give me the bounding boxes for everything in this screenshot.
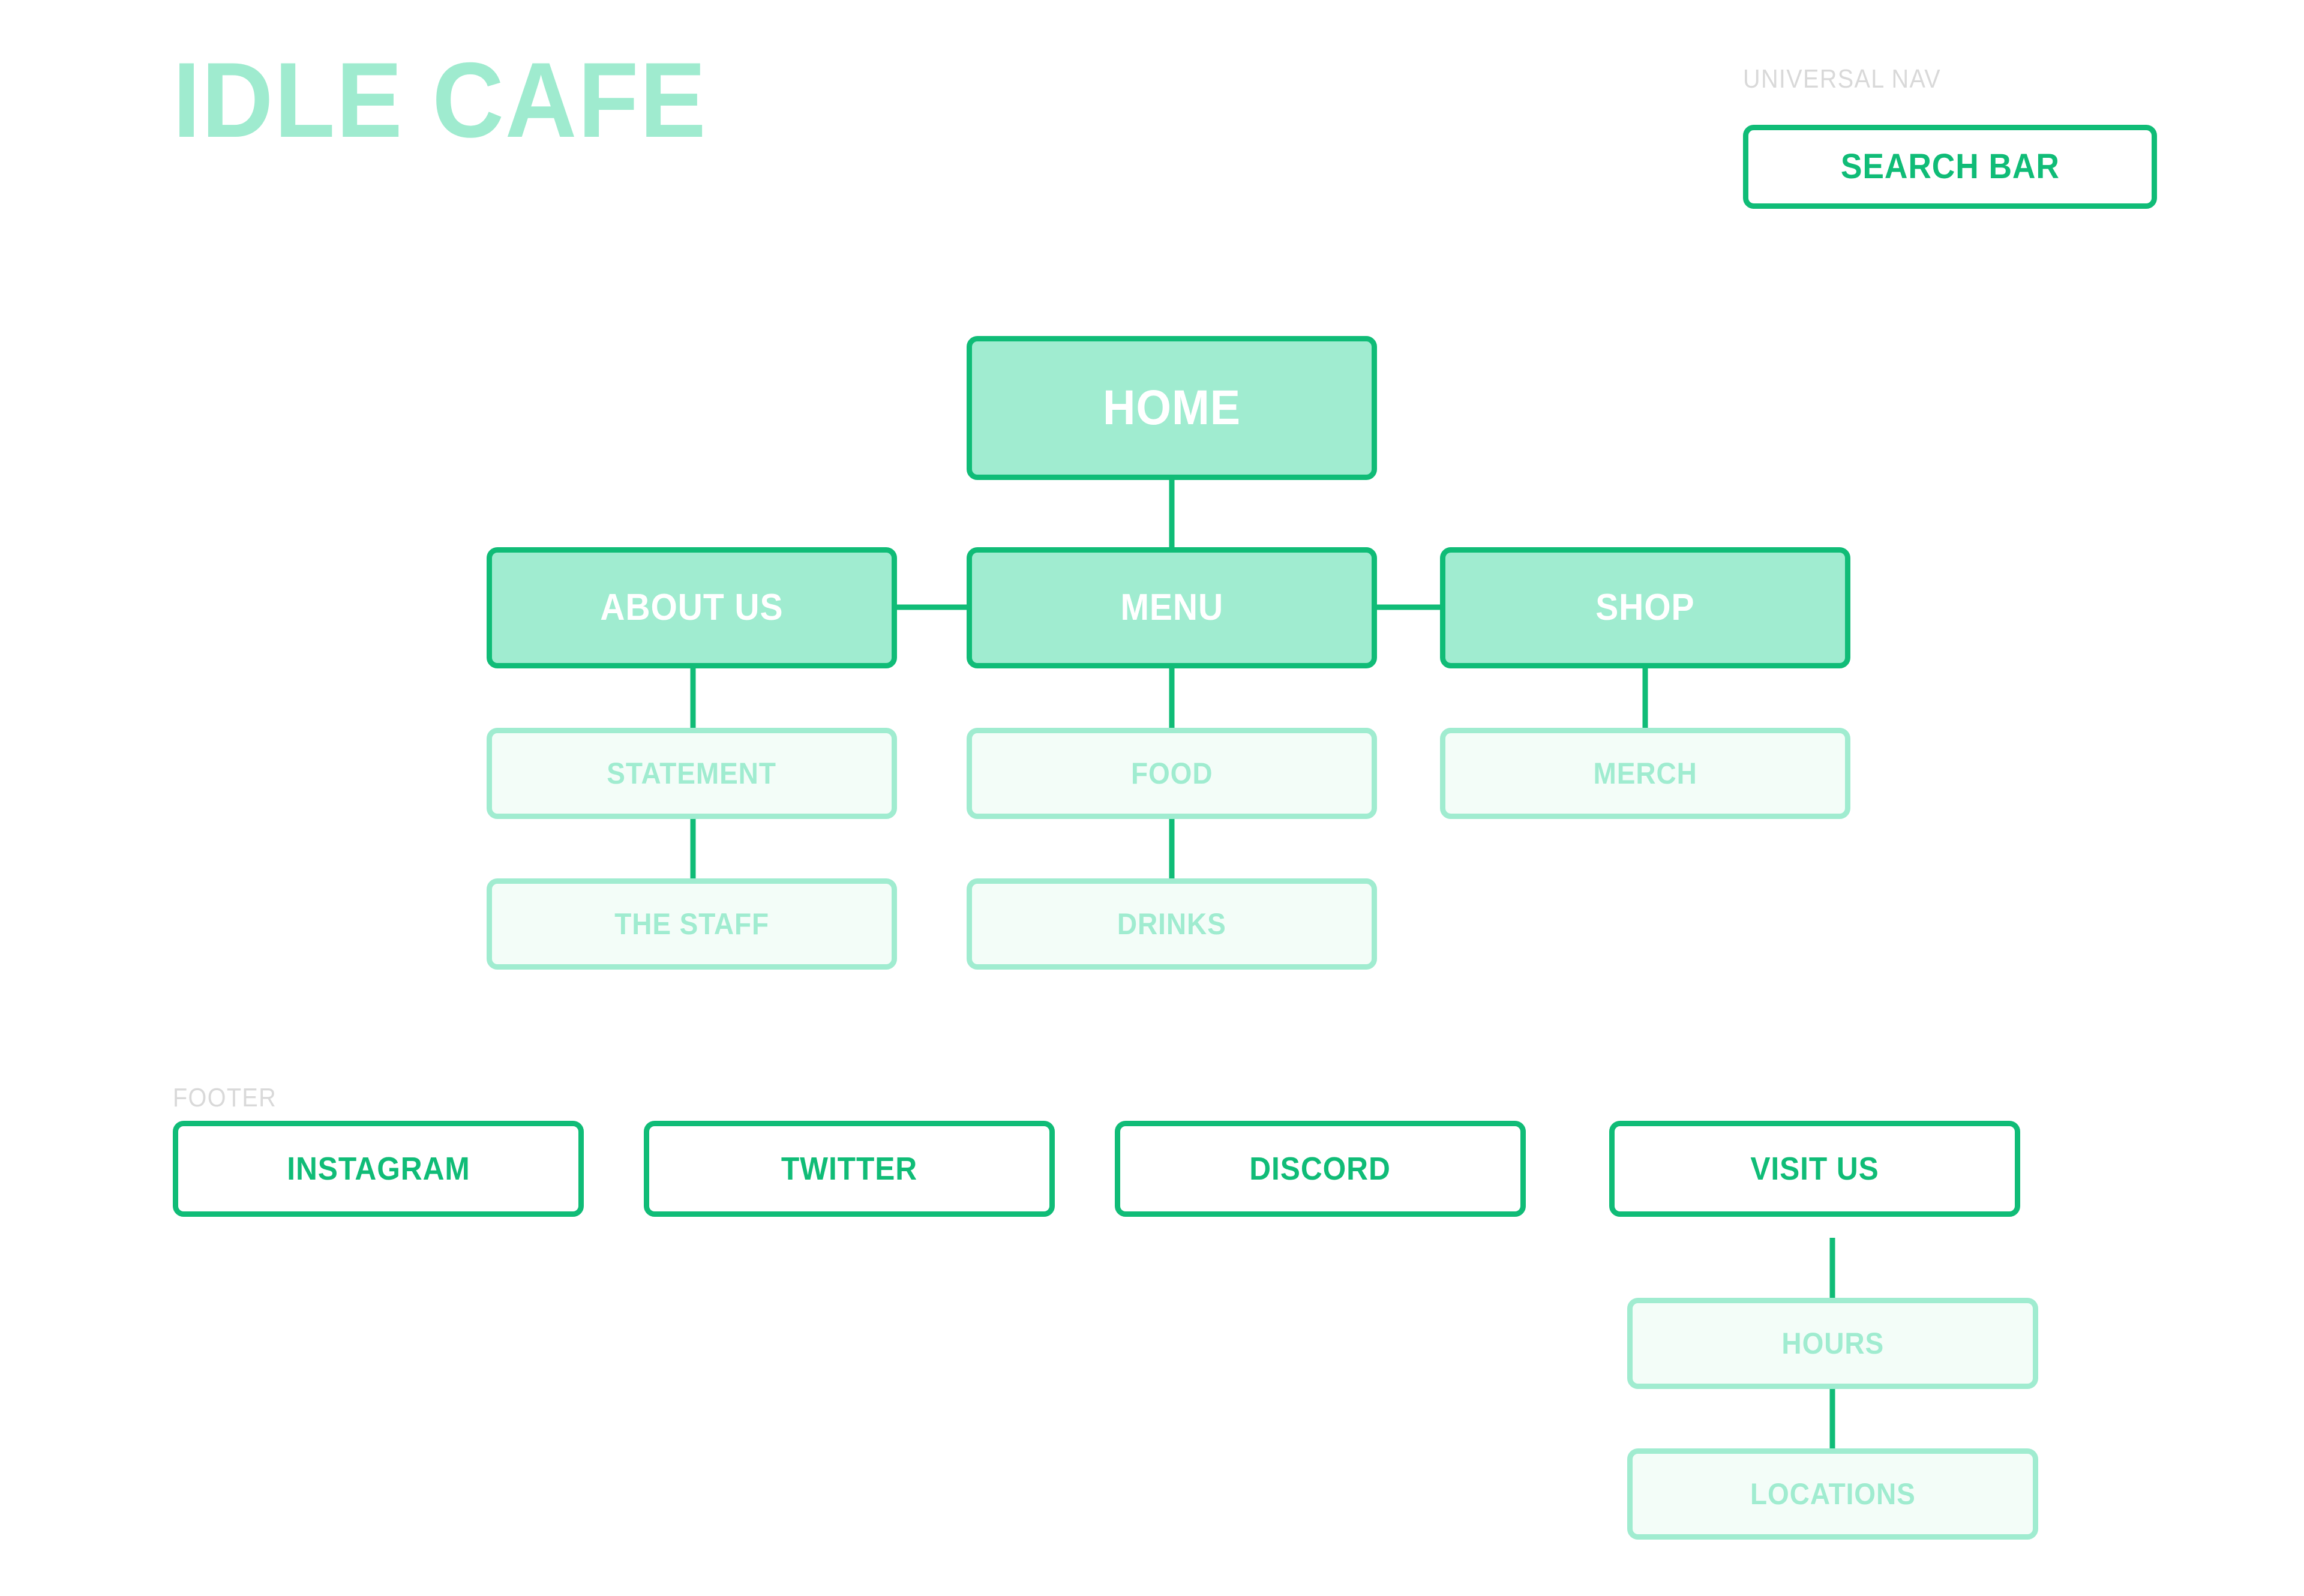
sitemap-node-drinks-label: DRINKS [1117,907,1226,941]
footer-node-locations-label: LOCATIONS [1750,1477,1916,1511]
sitemap-node-menu-label: MENU [1120,587,1223,628]
sitemap-node-food[interactable]: FOOD [967,728,1377,819]
footer-link-visit-us[interactable]: VISIT US [1609,1121,2020,1217]
footer-link-discord[interactable]: DISCORD [1115,1121,1526,1217]
search-bar-label: SEARCH BAR [1840,147,2060,186]
sitemap-node-drinks[interactable]: DRINKS [967,878,1377,970]
universal-nav-label: UNIVERSAL NAV [1743,64,1942,94]
search-bar-button[interactable]: SEARCH BAR [1743,125,2157,209]
sitemap-node-the-staff-label: THE STAFF [614,907,769,941]
sitemap-node-shop-label: SHOP [1595,587,1695,628]
page-title: IDLE CAFE [173,40,707,160]
footer-link-twitter[interactable]: TWITTER [644,1121,1055,1217]
footer-node-locations[interactable]: LOCATIONS [1627,1448,2038,1540]
footer-node-hours-label: HOURS [1781,1327,1884,1360]
footer-label: FOOTER [173,1083,277,1112]
footer-link-instagram[interactable]: INSTAGRAM [173,1121,584,1217]
sitemap-canvas: IDLE CAFE UNIVERSAL NAV SEARCH BAR HOME … [0,0,2304,1596]
footer-node-hours[interactable]: HOURS [1627,1298,2038,1389]
sitemap-node-statement[interactable]: STATEMENT [487,728,897,819]
footer-link-discord-label: DISCORD [1249,1151,1391,1187]
footer-link-instagram-label: INSTAGRAM [286,1151,470,1187]
footer-link-visit-us-label: VISIT US [1750,1151,1879,1187]
sitemap-node-menu[interactable]: MENU [967,547,1377,668]
sitemap-node-merch[interactable]: MERCH [1440,728,1850,819]
sitemap-node-shop[interactable]: SHOP [1440,547,1850,668]
sitemap-node-about-us[interactable]: ABOUT US [487,547,897,668]
sitemap-node-the-staff[interactable]: THE STAFF [487,878,897,970]
sitemap-node-home-label: HOME [1103,380,1241,435]
sitemap-node-merch-label: MERCH [1593,757,1697,790]
footer-link-twitter-label: TWITTER [781,1151,918,1187]
sitemap-node-home[interactable]: HOME [967,336,1377,480]
sitemap-node-statement-label: STATEMENT [607,757,777,790]
sitemap-node-about-us-label: ABOUT US [600,587,784,628]
sitemap-node-food-label: FOOD [1130,757,1213,790]
